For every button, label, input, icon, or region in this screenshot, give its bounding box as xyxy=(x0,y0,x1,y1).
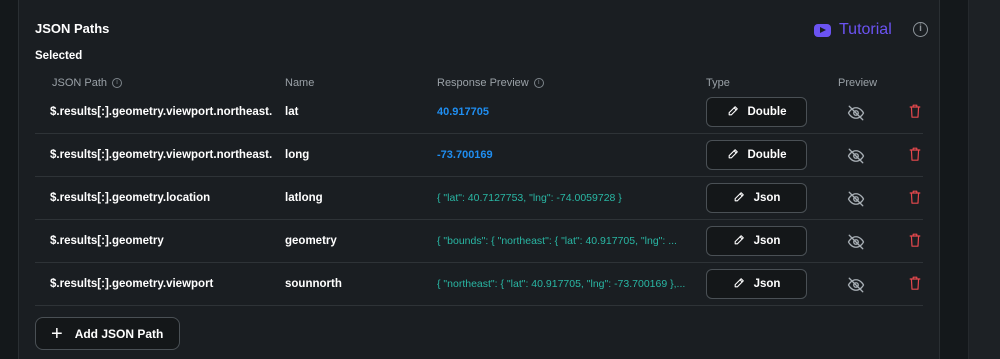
pencil-icon xyxy=(733,276,746,292)
add-json-path-label: Add JSON Path xyxy=(74,326,164,341)
type-label: Double xyxy=(747,106,787,118)
trash-icon[interactable] xyxy=(909,276,921,291)
eye-off-icon[interactable] xyxy=(847,190,865,207)
type-label: Double xyxy=(747,149,787,161)
type-edit-button[interactable]: Json xyxy=(706,183,807,213)
eye-off-icon[interactable] xyxy=(847,276,865,293)
column-header-type: Type xyxy=(706,77,730,89)
type-label: Json xyxy=(753,278,781,290)
response-preview-value: { "bounds": { "northeast": { "lat": 40.9… xyxy=(437,235,677,247)
json-path-value: $.results[:].geometry xyxy=(50,235,164,247)
plus-icon: + xyxy=(51,322,63,345)
tutorial-link[interactable]: Tutorial xyxy=(814,19,892,41)
info-icon[interactable]: i xyxy=(112,78,123,88)
json-path-value: $.results[:].geometry.location xyxy=(50,192,211,204)
path-name-value: geometry xyxy=(285,235,337,247)
eye-off-icon[interactable] xyxy=(847,147,865,164)
type-edit-button[interactable]: Json xyxy=(706,269,807,299)
column-header-label: Preview xyxy=(838,77,878,89)
eye-off-icon[interactable] xyxy=(847,104,865,121)
pencil-icon xyxy=(727,147,740,163)
path-name-value: latlong xyxy=(285,192,323,204)
path-name-value: long xyxy=(285,149,310,161)
pencil-icon xyxy=(733,190,746,206)
table-row[interactable]: $.results[:].geometry geometry { "bounds":… xyxy=(35,220,923,263)
table-row[interactable]: $.results[:].geometry.viewport.northeast… xyxy=(35,91,923,134)
trash-icon[interactable] xyxy=(909,190,921,205)
trash-icon[interactable] xyxy=(909,147,921,162)
add-json-path-button[interactable]: + Add JSON Path xyxy=(35,317,180,350)
eye-off-icon[interactable] xyxy=(847,233,865,250)
table-row[interactable]: $.results[:].geometry.location latlong { "… xyxy=(35,177,923,220)
column-header-label: JSON Path xyxy=(52,77,108,89)
info-icon[interactable]: i xyxy=(913,22,928,37)
selected-label: Selected xyxy=(35,50,83,62)
column-header-preview: Preview xyxy=(838,77,877,89)
pencil-icon xyxy=(727,104,740,120)
section-title: JSON Paths xyxy=(35,21,110,36)
response-preview-value: { "lat": 40.7127753, "lng": -74.0059728 … xyxy=(437,192,622,204)
table-row[interactable]: $.results[:].geometry.viewport sounnorth {… xyxy=(35,263,923,306)
column-header-label: Response Preview xyxy=(437,77,529,89)
pencil-icon xyxy=(733,233,746,249)
info-icon[interactable]: i xyxy=(533,78,544,88)
type-edit-button[interactable]: Json xyxy=(706,226,807,256)
path-name-value: lat xyxy=(285,106,299,118)
type-label: Json xyxy=(753,235,781,247)
youtube-icon xyxy=(814,23,831,37)
type-label: Json xyxy=(753,192,781,204)
json-path-value: $.results[:].geometry.viewport.northeast… xyxy=(50,106,273,118)
json-path-value: $.results[:].geometry.viewport.northeast… xyxy=(50,149,273,161)
response-preview-value: 40.917705 xyxy=(437,106,489,118)
tutorial-label: Tutorial xyxy=(839,21,892,38)
column-header-label: Name xyxy=(285,77,315,89)
path-name-value: sounnorth xyxy=(285,278,342,290)
type-edit-button[interactable]: Double xyxy=(706,97,807,127)
json-path-value: $.results[:].geometry.viewport xyxy=(50,278,214,290)
column-header-name: Name xyxy=(285,77,314,89)
trash-icon[interactable] xyxy=(909,233,921,248)
response-preview-value: -73.700169 xyxy=(437,149,493,161)
column-header-json-path: JSON Path i xyxy=(52,77,123,89)
column-header-response-preview: Response Preview i xyxy=(437,77,544,89)
type-edit-button[interactable]: Double xyxy=(706,140,807,170)
right-scrollbar-rail[interactable] xyxy=(968,0,1000,359)
column-header-label: Type xyxy=(706,77,730,89)
table-row[interactable]: $.results[:].geometry.viewport.northeast… xyxy=(35,134,923,177)
trash-icon[interactable] xyxy=(909,104,921,119)
response-preview-value: { "northeast": { "lat": 40.917705, "lng"… xyxy=(437,278,686,290)
